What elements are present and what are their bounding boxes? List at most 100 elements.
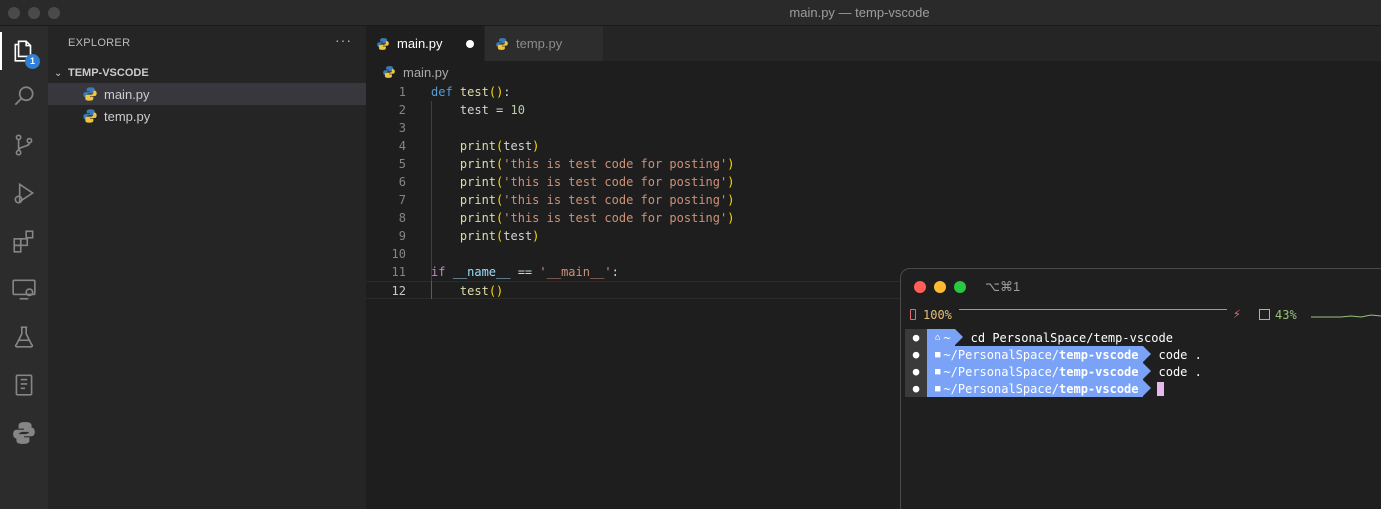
breadcrumb[interactable]: main.py (366, 61, 1381, 83)
remote-explorer-icon[interactable] (0, 266, 48, 312)
terminal-command: code . (1158, 347, 1202, 362)
chevron-down-icon: ⌄ (54, 67, 63, 79)
tab-temp-py[interactable]: temp.py (485, 26, 603, 61)
terminal-prompt-line: ● ⌂ ~ cd PersonalSpace/temp-vscode (905, 329, 1173, 346)
explorer-badge: 1 (25, 54, 40, 69)
search-icon[interactable] (0, 74, 48, 120)
sidebar-header: EXPLORER (68, 37, 131, 49)
line-number: 10 (391, 247, 406, 261)
more-actions-icon[interactable]: ··· (335, 32, 352, 48)
code-text[interactable]: print(test) (431, 227, 540, 245)
terminal-title-bar: ⌥⌘1 (901, 269, 1381, 305)
status-divider (959, 309, 1227, 310)
folder-icon: ■ (935, 366, 941, 377)
apple-logo-icon: ● (905, 380, 927, 397)
code-line[interactable]: 9 print(test) (366, 227, 1381, 245)
line-number: 5 (398, 157, 406, 171)
prompt-path-segment: ■ ~/PersonalSpace/temp-vscode (927, 363, 1150, 380)
terminal-maximize-button[interactable] (954, 281, 966, 293)
cpu-icon (1259, 309, 1270, 320)
terminal-window[interactable]: ⌥⌘1 100% ⚡ 43% ● ⌂ ~ cd PersonalSpace/temp… (900, 268, 1381, 509)
folder-icon: ■ (935, 349, 941, 360)
title-bar: main.py — temp-vscode (0, 0, 1381, 26)
python-file-icon (83, 109, 97, 123)
terminal-cursor[interactable] (1156, 381, 1164, 396)
battery-icon (910, 309, 916, 320)
editor-tabs: main.py temp.py (366, 26, 1381, 61)
code-line[interactable]: 6 print('this is test code for posting') (366, 173, 1381, 191)
line-number: 6 (398, 175, 406, 189)
folder-icon: ■ (935, 383, 941, 394)
explorer-icon[interactable]: 1 (0, 28, 48, 74)
testing-icon[interactable] (0, 314, 48, 360)
extensions-icon[interactable] (0, 218, 48, 264)
terminal-title: ⌥⌘1 (985, 279, 1021, 294)
window-title: main.py — temp-vscode (789, 5, 930, 20)
cpu-percent: 43% (1275, 308, 1297, 322)
code-text[interactable]: if __name__ == '__main__': (431, 263, 619, 281)
code-text[interactable]: print('this is test code for posting') (431, 173, 735, 191)
unsaved-dot-icon[interactable] (466, 40, 474, 48)
folder-label: TEMP-VSCODE (68, 67, 149, 79)
code-line[interactable]: 10 (366, 245, 1381, 263)
code-line[interactable]: 5 print('this is test code for posting') (366, 155, 1381, 173)
notebook-icon[interactable] (0, 362, 48, 408)
line-number: 9 (398, 229, 406, 243)
code-line[interactable]: 4 print(test) (366, 137, 1381, 155)
terminal-minimize-button[interactable] (934, 281, 946, 293)
python-icon[interactable] (0, 410, 48, 456)
code-line[interactable]: 3 (366, 119, 1381, 137)
code-text[interactable]: print('this is test code for posting') (431, 155, 735, 173)
code-line[interactable]: 1 def test(): (366, 83, 1381, 101)
line-number: 3 (398, 121, 406, 135)
code-text[interactable]: test = 10 (431, 101, 525, 119)
prompt-path-current: temp-vscode (1059, 364, 1139, 379)
line-number: 4 (398, 139, 406, 153)
python-file-icon (383, 66, 395, 78)
prompt-path-current: temp-vscode (1059, 381, 1139, 396)
prompt-path-segment: ■ ~/PersonalSpace/temp-vscode (927, 380, 1150, 397)
home-icon: ⌂ (935, 332, 941, 343)
line-number: 1 (398, 85, 406, 99)
indent-guide-active (431, 281, 432, 299)
file-item-main-py[interactable]: main.py (48, 83, 366, 105)
code-text[interactable]: print('this is test code for posting') (431, 209, 735, 227)
explorer-sidebar: EXPLORER ··· ⌄ TEMP-VSCODE main.py temp.… (48, 26, 366, 509)
prompt-path: ~/PersonalSpace/ (943, 381, 1060, 396)
prompt-path-segment: ■ ~/PersonalSpace/temp-vscode (927, 346, 1150, 363)
python-file-icon (377, 37, 389, 50)
terminal-prompt-line: ● ■ ~/PersonalSpace/temp-vscode (905, 380, 1164, 397)
prompt-path: ~ (943, 330, 951, 345)
file-label: temp.py (104, 108, 151, 124)
code-text[interactable]: print('this is test code for posting') (431, 191, 735, 209)
line-number: 11 (391, 265, 406, 279)
apple-logo-icon: ● (905, 363, 927, 380)
terminal-status-line: 100% ⚡ 43% (901, 307, 1381, 325)
folder-temp-vscode[interactable]: ⌄ TEMP-VSCODE (48, 62, 366, 84)
apple-logo-icon: ● (905, 346, 927, 363)
activity-bar: 1 (0, 26, 48, 509)
line-number: 7 (398, 193, 406, 207)
charging-icon: ⚡ (1233, 307, 1241, 322)
code-line[interactable]: 7 print('this is test code for posting') (366, 191, 1381, 209)
prompt-path-current: temp-vscode (1059, 347, 1139, 362)
code-text[interactable]: test() (431, 282, 503, 300)
code-text[interactable]: print(test) (431, 137, 540, 155)
terminal-command: code . (1158, 364, 1202, 379)
terminal-command: cd PersonalSpace/temp-vscode (970, 330, 1173, 345)
run-debug-icon[interactable] (0, 170, 48, 216)
terminal-prompt-line: ● ■ ~/PersonalSpace/temp-vscode code . (905, 363, 1202, 380)
tab-main-py[interactable]: main.py (366, 26, 484, 61)
code-line[interactable]: 2 test = 10 (366, 101, 1381, 119)
code-line[interactable]: 8 print('this is test code for posting') (366, 209, 1381, 227)
code-text[interactable]: def test(): (431, 83, 511, 101)
terminal-close-button[interactable] (914, 281, 926, 293)
source-control-icon[interactable] (0, 122, 48, 168)
python-file-icon (83, 87, 97, 101)
cpu-sparkline (1311, 314, 1381, 318)
breadcrumb-file[interactable]: main.py (403, 65, 449, 80)
file-item-temp-py[interactable]: temp.py (48, 105, 366, 127)
terminal-prompt-line: ● ■ ~/PersonalSpace/temp-vscode code . (905, 346, 1202, 363)
tab-label: temp.py (516, 36, 563, 51)
prompt-path: ~/PersonalSpace/ (943, 347, 1060, 362)
